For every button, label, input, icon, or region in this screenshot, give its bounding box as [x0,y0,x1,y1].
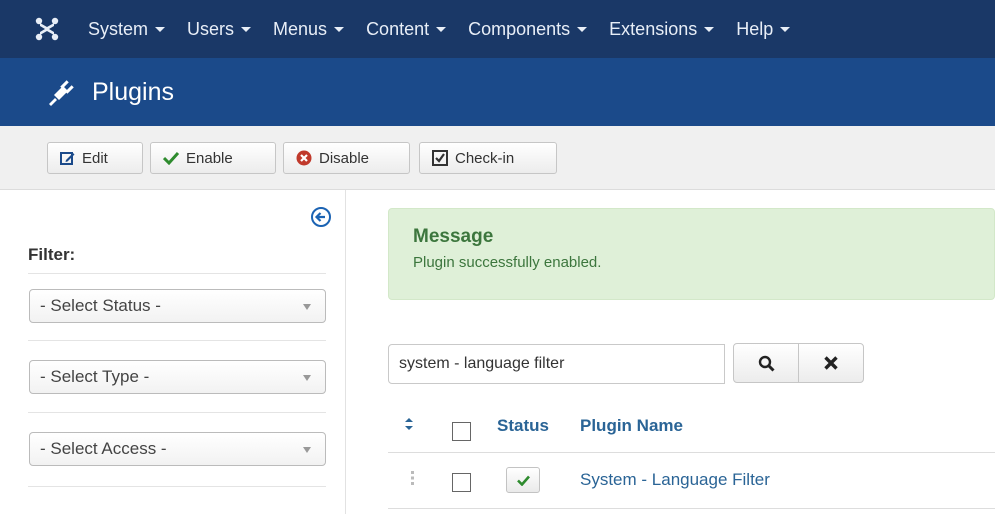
menu-users-label: Users [187,18,235,39]
filter-sidebar: Filter: - Select Status - - Select Type … [0,190,346,514]
menu-system-label: System [88,18,149,39]
message-title: Message [413,226,494,247]
access-select[interactable]: - Select Access - [29,432,326,466]
joomla-logo-icon[interactable] [28,10,66,48]
search-button[interactable] [733,343,799,383]
divider [28,273,326,274]
menu-extensions[interactable]: Extensions [609,18,715,40]
plugin-name-column-header[interactable]: Plugin Name [580,416,683,436]
toolbar: Edit Enable Disable Check-in [0,126,995,190]
plug-icon [46,77,76,107]
status-toggle-button[interactable] [506,467,540,493]
caret-down-icon [436,26,447,32]
type-select-value: - Select Type - [40,367,150,386]
menu-users[interactable]: Users [187,18,252,40]
status-select-value: - Select Status - [40,296,161,315]
divider [28,486,326,487]
drag-handle-icon[interactable] [410,470,416,491]
caret-down-icon [577,26,588,32]
menu-content-label: Content [366,18,430,39]
divider [28,340,326,341]
caret-down-icon [241,26,252,32]
plugin-name-link[interactable]: System - Language Filter [580,470,770,490]
dropdown-arrow-icon [303,375,311,381]
menu-help-label: Help [736,18,774,39]
page-header: Plugins [0,58,995,126]
sort-order-icon[interactable] [404,417,414,436]
access-select-value: - Select Access - [40,439,167,458]
edit-button[interactable]: Edit [47,142,143,174]
menu-content[interactable]: Content [366,18,447,40]
checkbox-checked-icon [432,150,448,166]
clear-search-button[interactable] [798,343,864,383]
page-title: Plugins [92,77,174,106]
checkin-button-label: Check-in [455,149,515,167]
dropdown-arrow-icon [303,304,311,310]
caret-down-icon [704,26,715,32]
menu-extensions-label: Extensions [609,18,698,39]
checkmark-icon [516,475,530,486]
caret-down-icon [780,26,791,32]
caret-down-icon [155,26,166,32]
edit-icon [60,151,75,165]
search-input[interactable] [388,344,725,384]
search-icon [758,355,775,372]
status-column-header[interactable]: Status [497,416,549,436]
collapse-sidebar-icon[interactable] [310,206,332,228]
caret-down-icon [334,26,345,32]
edit-button-label: Edit [82,149,108,167]
message-text: Plugin successfully enabled. [413,254,602,271]
disable-button-label: Disable [319,149,370,167]
divider [388,508,995,509]
checkin-button[interactable]: Check-in [419,142,557,174]
main-menu: System Users Menus Content Components Ex… [88,0,812,58]
filter-label: Filter: [28,245,76,264]
menu-components[interactable]: Components [468,18,588,40]
menu-components-label: Components [468,18,571,39]
divider [388,452,995,453]
checkmark-icon [163,151,179,165]
dropdown-arrow-icon [303,447,311,453]
enable-button-label: Enable [186,149,233,167]
disable-button[interactable]: Disable [283,142,410,174]
enable-button[interactable]: Enable [150,142,276,174]
top-navbar: System Users Menus Content Components Ex… [0,0,995,58]
menu-menus[interactable]: Menus [273,18,345,40]
close-icon [824,356,838,370]
type-select[interactable]: - Select Type - [29,360,326,394]
divider [28,412,326,413]
select-all-checkbox[interactable] [452,422,471,441]
menu-help[interactable]: Help [736,18,791,40]
disable-icon [296,150,312,166]
row-checkbox[interactable] [452,473,471,492]
status-select[interactable]: - Select Status - [29,289,326,323]
success-message: Message Plugin successfully enabled. [388,208,995,300]
menu-menus-label: Menus [273,18,328,39]
menu-system[interactable]: System [88,18,166,40]
